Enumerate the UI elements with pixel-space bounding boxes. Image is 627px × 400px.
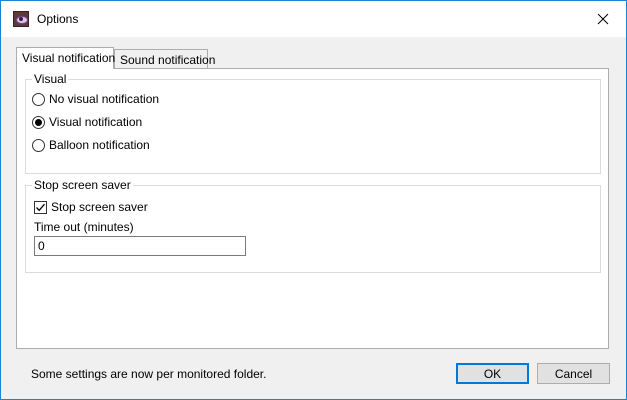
dialog-content: Visual notification Sound notification V…: [1, 37, 626, 399]
timeout-label: Time out (minutes): [34, 220, 134, 234]
stop-screen-saver-checkbox[interactable]: [34, 200, 47, 214]
visual-group-legend: Visual: [32, 72, 69, 86]
radio-button[interactable]: [32, 115, 45, 129]
tab-panel-visual: Visual No visual notification Visual not…: [16, 68, 609, 349]
checkmark-icon: [36, 203, 45, 211]
radio-label: No visual notification: [49, 92, 160, 106]
tab-sound-notification[interactable]: Sound notification: [114, 49, 215, 69]
timeout-input[interactable]: [34, 236, 246, 256]
radio-label: Balloon notification: [49, 138, 150, 152]
visual-groupbox: Visual No visual notification Visual not…: [25, 72, 601, 174]
close-icon: [597, 13, 609, 25]
stop-screen-saver-groupbox: Stop screen saver Stop screen saver Time…: [25, 178, 601, 273]
stop-screen-saver-checkbox-row[interactable]: Stop screen saver: [34, 200, 148, 214]
tab-visual-notification[interactable]: Visual notification: [16, 47, 115, 69]
app-eye-icon: [13, 11, 29, 27]
ok-button[interactable]: OK: [456, 363, 529, 384]
checkbox-label: Stop screen saver: [51, 200, 148, 214]
radio-button[interactable]: [32, 138, 45, 152]
cancel-button[interactable]: Cancel: [537, 363, 610, 384]
window-title: Options: [37, 12, 79, 26]
radio-button[interactable]: [32, 92, 45, 106]
radio-balloon-notification[interactable]: Balloon notification: [32, 138, 150, 152]
options-dialog: Options Visual notification Sound notifi…: [0, 0, 627, 400]
status-text: Some settings are now per monitored fold…: [31, 367, 267, 381]
stop-screen-saver-legend: Stop screen saver: [32, 178, 133, 192]
radio-no-visual[interactable]: No visual notification: [32, 92, 159, 106]
title-bar: Options: [1, 1, 626, 37]
close-button[interactable]: [580, 1, 626, 37]
radio-label: Visual notification: [49, 115, 143, 129]
radio-visual-notification[interactable]: Visual notification: [32, 115, 142, 129]
